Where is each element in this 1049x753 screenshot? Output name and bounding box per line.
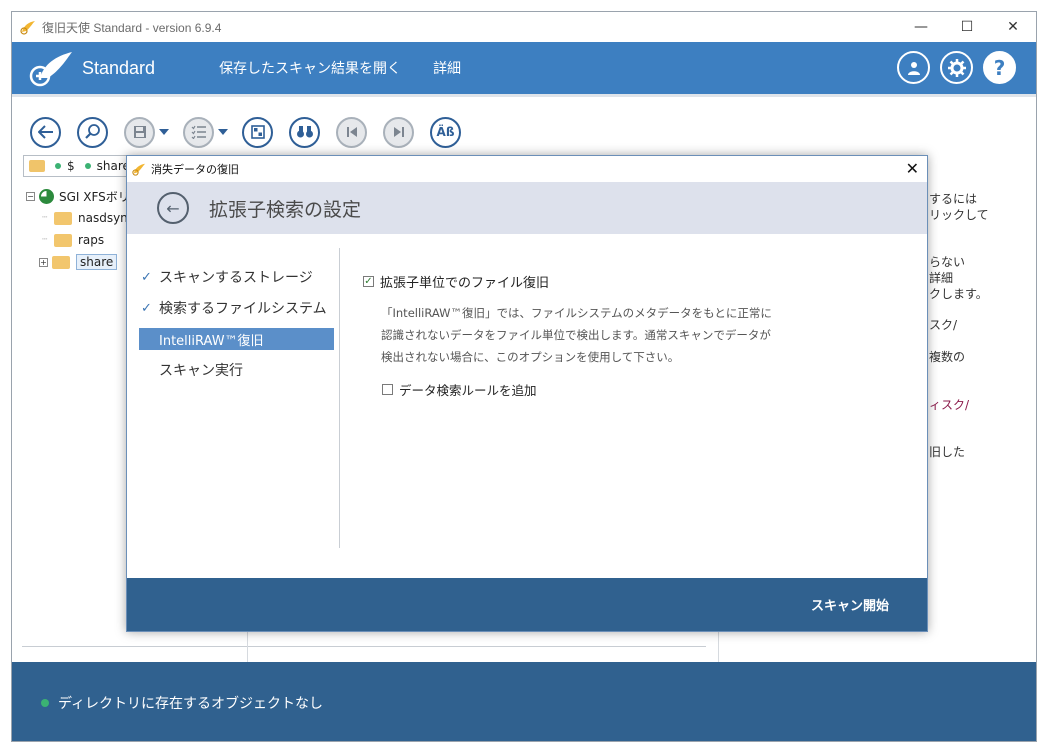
path-root: $ <box>67 159 75 173</box>
list-dropdown-arrow[interactable] <box>218 129 228 135</box>
tree-item[interactable]: ┄ raps <box>26 229 130 251</box>
grid-icon[interactable] <box>242 116 273 148</box>
logo-icon <box>29 52 72 87</box>
info-text: 旧した <box>929 445 966 459</box>
next-icon[interactable] <box>383 116 414 148</box>
header-icons: ? <box>897 51 1016 84</box>
window-title: 復旧天使 Standard - version 6.9.4 <box>42 20 222 35</box>
panel-divider <box>247 632 248 662</box>
dialog-heading: 拡張子検索の設定 <box>209 198 362 221</box>
dialog-title: 消失データの復旧 <box>151 163 239 176</box>
info-text: するには <box>929 192 978 206</box>
app-header: Standard 保存したスキャン結果を開く 詳細 ? <box>12 42 1036 94</box>
folder-icon <box>54 233 72 247</box>
back-icon[interactable] <box>30 116 61 148</box>
dialog-divider <box>339 248 340 548</box>
recovery-dialog: 消失データの復旧 ✕ ← 拡張子検索の設定 ✓ スキャンするストレージ ✓ 検索… <box>126 155 928 632</box>
tree-item[interactable]: ┄ nasdsyn <box>26 207 130 229</box>
path-separator-dot <box>55 163 61 169</box>
option-label: 拡張子単位でのファイル復旧 <box>380 276 550 291</box>
description-line: 認識されないデータをファイル単位で検出します。通常スキャンでデータが <box>381 328 771 342</box>
status-dot <box>41 698 49 707</box>
dialog-close-button[interactable]: ✕ <box>906 159 919 178</box>
prev-icon[interactable] <box>336 116 367 148</box>
extension-recovery-option[interactable]: ✓ 拡張子単位でのファイル復旧 <box>363 272 549 291</box>
status-bar: ディレクトリに存在するオブジェクトなし <box>12 662 1036 741</box>
folder-icon <box>29 160 45 172</box>
info-text: 詳細 <box>929 271 954 285</box>
expand-icon[interactable]: + <box>39 257 48 267</box>
menu-open-saved-scan[interactable]: 保存したスキャン結果を開く <box>219 58 401 78</box>
tree-item[interactable]: + share <box>26 251 130 273</box>
info-text: らない <box>929 255 966 269</box>
step-label: 検索するファイルシステム <box>159 301 327 317</box>
checkbox-unchecked[interactable] <box>382 384 393 395</box>
option-label: データ検索ルールを追加 <box>399 383 537 398</box>
brand-label: Standard <box>82 57 156 78</box>
start-scan-button[interactable]: スキャン開始 <box>811 595 889 614</box>
dialog-title-bar: 消失データの復旧 ✕ <box>127 156 927 182</box>
gear-icon[interactable] <box>940 51 973 84</box>
folder-icon <box>52 255 70 269</box>
close-button[interactable]: ✕ <box>990 12 1036 42</box>
collapse-icon[interactable]: − <box>26 191 35 201</box>
angel-wing-icon <box>20 21 35 35</box>
dialog-back-button[interactable]: ← <box>157 192 189 224</box>
step-list: ✓ スキャンするストレージ ✓ 検索するファイルシステム IntelliRAW™… <box>139 266 334 390</box>
step-label: スキャン実行 <box>159 363 243 379</box>
help-icon[interactable]: ? <box>983 51 1016 84</box>
user-icon[interactable] <box>897 51 930 84</box>
step-item[interactable]: ✓ 検索するファイルシステム <box>139 297 334 319</box>
status-text: ディレクトリに存在するオブジェクトなし <box>58 695 324 712</box>
checkbox-checked[interactable]: ✓ <box>363 276 374 287</box>
info-text: 複数の <box>929 350 966 364</box>
check-icon: ✓ <box>141 300 152 316</box>
minimize-button[interactable]: — <box>898 12 944 42</box>
save-dropdown-arrow[interactable] <box>159 129 169 135</box>
folder-tree: − SGI XFSボリ ┄ nasdsyn ┄ raps + share <box>26 185 130 273</box>
folder-icon <box>54 211 72 225</box>
maximize-button[interactable]: ☐ <box>944 12 990 42</box>
check-icon: ✓ <box>141 269 152 285</box>
header-divider <box>12 94 1036 97</box>
dialog-header: ← 拡張子検索の設定 <box>127 182 927 234</box>
case-icon[interactable]: Äß <box>430 116 461 148</box>
tree-connector: ┄ <box>42 213 48 223</box>
save-icon[interactable] <box>124 116 155 148</box>
info-text: クします。 <box>929 287 988 301</box>
panel-divider <box>718 632 719 662</box>
tree-item-label: share <box>76 254 118 270</box>
info-text: スク/ <box>929 318 958 332</box>
info-text: ィスク/ <box>929 398 970 412</box>
menu-details[interactable]: 詳細 <box>433 58 461 78</box>
path-separator-dot <box>84 163 91 169</box>
tree-connector: ┄ <box>42 235 48 245</box>
dialog-footer: スキャン開始 <box>127 578 927 631</box>
step-item-active[interactable]: IntelliRAW™復旧 <box>139 328 334 350</box>
add-search-rule-option[interactable]: データ検索ルールを追加 <box>382 380 537 399</box>
binoculars-icon[interactable] <box>289 116 320 148</box>
title-bar: 復旧天使 Standard - version 6.9.4 — ☐ ✕ <box>12 12 1036 42</box>
tree-item-label: raps <box>78 233 105 247</box>
window-controls: — ☐ ✕ <box>898 12 1036 42</box>
tree-root-label: SGI XFSボリ <box>59 189 130 204</box>
disk-icon <box>39 188 54 204</box>
list-icon[interactable] <box>183 116 214 148</box>
tree-root[interactable]: − SGI XFSボリ <box>26 185 130 207</box>
toolbar: Äß <box>30 115 477 149</box>
panel-divider <box>22 646 706 647</box>
description-line: 検出されない場合に、このオプションを使用して下さい。 <box>381 350 680 364</box>
search-icon[interactable] <box>77 116 108 148</box>
step-item[interactable]: スキャン実行 <box>139 359 334 381</box>
step-label: IntelliRAW™復旧 <box>159 333 264 349</box>
info-text: リックして <box>929 208 989 222</box>
option-description: 「IntelliRAW™復旧」では、ファイルシステムのメタデータをもとに正常に … <box>381 302 801 368</box>
description-line: 「IntelliRAW™復旧」では、ファイルシステムのメタデータをもとに正常に <box>381 306 772 320</box>
tree-item-label: nasdsyn <box>78 211 128 225</box>
path-folder: share <box>96 159 130 173</box>
angel-wing-icon <box>132 163 146 176</box>
step-label: スキャンするストレージ <box>159 270 313 286</box>
step-item[interactable]: ✓ スキャンするストレージ <box>139 266 334 288</box>
